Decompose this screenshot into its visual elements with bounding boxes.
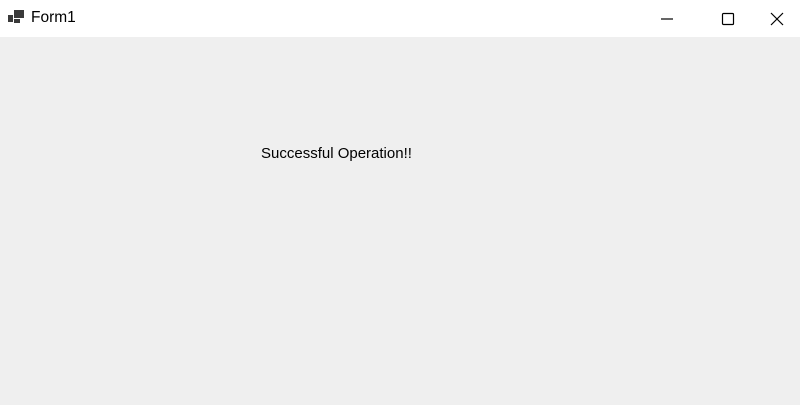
window-title: Form1 (31, 9, 76, 26)
close-icon (770, 12, 784, 26)
winforms-app-icon (8, 10, 24, 26)
title-bar[interactable]: Form1 (0, 0, 800, 37)
form-client-area: Successful Operation!! (0, 37, 800, 405)
minimize-icon (660, 12, 674, 26)
maximize-button[interactable] (705, 0, 751, 37)
form-window: Form1 Successful Operation!! (0, 0, 800, 405)
maximize-icon (721, 12, 735, 26)
status-message-label: Successful Operation!! (261, 145, 412, 162)
close-button[interactable] (754, 0, 800, 37)
minimize-button[interactable] (644, 0, 690, 37)
